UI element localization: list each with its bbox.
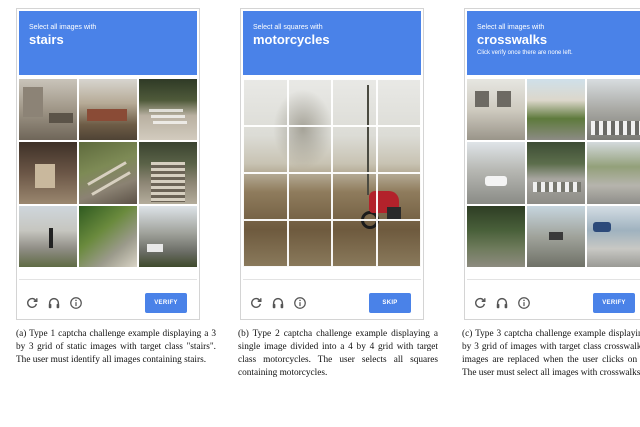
grid-square[interactable] xyxy=(332,79,377,126)
captcha-panel-motorcycles: Select all squares with motorcycles SKIP xyxy=(240,8,424,320)
grid-tile[interactable] xyxy=(79,205,137,267)
target-keyword: crosswalks xyxy=(477,32,548,47)
caption-a: (a) Type 1 captcha challenge example dis… xyxy=(16,329,216,365)
caption-c: (c) Type 3 captcha challenge example dis… xyxy=(462,329,640,378)
footer-divider xyxy=(19,279,197,280)
reload-icon[interactable] xyxy=(249,296,263,310)
grid-tile[interactable] xyxy=(139,79,197,141)
header-prefix: Select all images with xyxy=(477,24,545,31)
grid-tile[interactable] xyxy=(467,142,525,204)
captcha-header: Select all images with stairs xyxy=(19,11,197,75)
header-prefix: Select all images with xyxy=(29,24,97,31)
footer-icons xyxy=(473,296,531,310)
grid-square[interactable] xyxy=(287,126,332,173)
grid-tile[interactable] xyxy=(139,205,197,267)
image-grid xyxy=(19,79,197,267)
grid-tile[interactable] xyxy=(467,79,525,141)
footer-divider xyxy=(467,279,640,280)
grid-tile[interactable] xyxy=(467,205,525,267)
grid-square[interactable] xyxy=(243,79,288,126)
grid-square[interactable] xyxy=(332,126,377,173)
target-keyword: stairs xyxy=(29,32,64,47)
headphones-icon[interactable] xyxy=(495,296,509,310)
grid-square[interactable] xyxy=(243,173,288,220)
reload-icon[interactable] xyxy=(473,296,487,310)
captcha-panel-crosswalks: Select all images with crosswalks Click … xyxy=(464,8,640,320)
captcha-panel-stairs: Select all images with stairs VERIFY xyxy=(16,8,200,320)
grid-square[interactable] xyxy=(376,220,421,267)
grid-tile[interactable] xyxy=(139,142,197,204)
grid-tile[interactable] xyxy=(587,142,640,204)
header-prefix: Select all squares with xyxy=(253,24,323,31)
grid-square[interactable] xyxy=(376,173,421,220)
grid-tile[interactable] xyxy=(19,79,77,141)
grid-tile[interactable] xyxy=(587,79,640,141)
footer-divider xyxy=(243,279,421,280)
footer-icons xyxy=(249,296,307,310)
grid-tile[interactable] xyxy=(527,79,585,141)
captcha-header: Select all squares with motorcycles xyxy=(243,11,421,75)
grid-tile[interactable] xyxy=(19,205,77,267)
skip-button[interactable]: SKIP xyxy=(369,293,411,313)
instruction-text: Click verify once there are none left. xyxy=(477,50,573,56)
caption-b: (b) Type 2 captcha challenge example dis… xyxy=(238,329,438,378)
grid-tile[interactable] xyxy=(527,205,585,267)
grid-square[interactable] xyxy=(332,220,377,267)
grid-square[interactable] xyxy=(243,126,288,173)
reload-icon[interactable] xyxy=(25,296,39,310)
target-keyword: motorcycles xyxy=(253,32,330,47)
info-icon[interactable] xyxy=(69,296,83,310)
grid-tile[interactable] xyxy=(79,79,137,141)
grid-tile[interactable] xyxy=(587,205,640,267)
image-grid xyxy=(467,79,640,267)
footer-icons xyxy=(25,296,83,310)
grid-square[interactable] xyxy=(332,173,377,220)
grid-square[interactable] xyxy=(376,126,421,173)
split-image xyxy=(243,79,421,267)
captcha-header: Select all images with crosswalks Click … xyxy=(467,11,640,75)
headphones-icon[interactable] xyxy=(271,296,285,310)
info-icon[interactable] xyxy=(293,296,307,310)
grid-square[interactable] xyxy=(287,79,332,126)
headphones-icon[interactable] xyxy=(47,296,61,310)
verify-button[interactable]: VERIFY xyxy=(145,293,187,313)
verify-button[interactable]: VERIFY xyxy=(593,293,635,313)
square-grid xyxy=(243,79,421,267)
grid-square[interactable] xyxy=(376,79,421,126)
grid-square[interactable] xyxy=(243,220,288,267)
grid-square[interactable] xyxy=(287,173,332,220)
grid-tile[interactable] xyxy=(19,142,77,204)
grid-tile[interactable] xyxy=(79,142,137,204)
grid-square[interactable] xyxy=(287,220,332,267)
info-icon[interactable] xyxy=(517,296,531,310)
grid-tile[interactable] xyxy=(527,142,585,204)
